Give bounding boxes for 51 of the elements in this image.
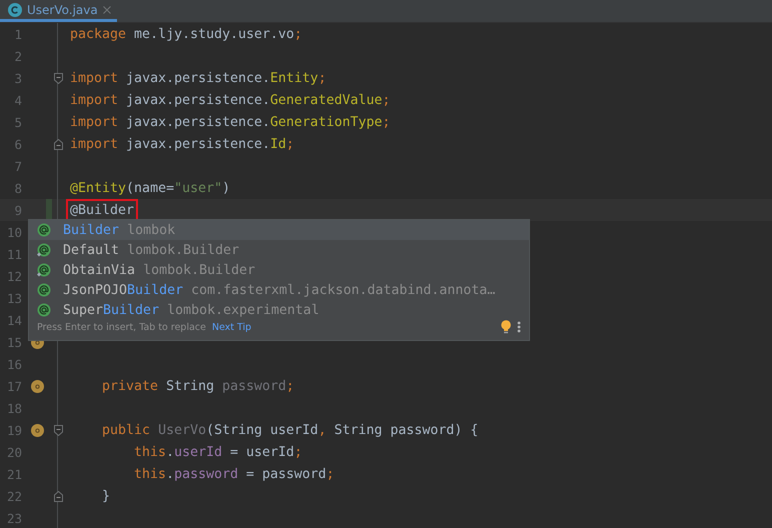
- line-number: 14: [6, 312, 23, 328]
- line-number: 19: [6, 422, 23, 438]
- next-tip-link[interactable]: Next Tip: [212, 322, 252, 332]
- fold-icon[interactable]: [54, 72, 62, 84]
- line-number: 10: [6, 224, 23, 240]
- line-number: 11: [6, 246, 23, 262]
- fold-icon[interactable]: [54, 424, 62, 436]
- close-icon[interactable]: [102, 6, 111, 14]
- line-number: 5: [13, 114, 23, 130]
- line-number: 18: [6, 400, 23, 416]
- completion-item[interactable]: SuperBuilder lombok.experimental: [29, 300, 529, 320]
- completion-item[interactable]: JsonPOJOBuilder com.fasterxml.jackson.databind.annota…: [29, 280, 529, 300]
- more-icon[interactable]: [517, 321, 521, 333]
- code-line: import javax.persistence.GenerationType;: [70, 114, 390, 130]
- fold-icon[interactable]: [54, 138, 62, 150]
- lightbulb-icon[interactable]: [501, 320, 511, 334]
- code-line: import javax.persistence.GeneratedValue;: [70, 92, 390, 108]
- line-number: 7: [13, 158, 23, 174]
- code-line: this.password = password;: [134, 466, 334, 482]
- line-number: 8: [13, 180, 23, 196]
- completion-item[interactable]: ObtainVia lombok.Builder: [29, 260, 529, 280]
- code-line: this.userId = userId;: [134, 444, 302, 460]
- line-number: 17: [6, 378, 23, 394]
- line-number: 2: [13, 48, 23, 64]
- line-number: 15: [6, 334, 23, 350]
- code-line: }: [102, 488, 110, 504]
- line-number: 6: [13, 136, 23, 152]
- code-line: import javax.persistence.Id;: [70, 136, 294, 152]
- code-line: import javax.persistence.Entity;: [70, 70, 326, 86]
- line-number: 20: [6, 444, 23, 460]
- field-icon[interactable]: [30, 380, 44, 392]
- line-number: 21: [6, 466, 23, 482]
- line-number: 16: [6, 356, 23, 372]
- line-number: 13: [6, 290, 23, 306]
- completion-item[interactable]: Default lombok.Builder: [29, 240, 529, 260]
- line-number: 3: [13, 70, 23, 86]
- hint-text: Press Enter to insert, Tab to replace: [37, 322, 206, 332]
- field-icon[interactable]: [30, 424, 44, 436]
- line-number: 1: [13, 26, 23, 42]
- code-line: public UserVo(String userId, String password) {: [102, 422, 478, 438]
- line-number: 12: [6, 268, 23, 284]
- line-number: 4: [13, 92, 23, 108]
- code-line: private String password;: [102, 378, 294, 394]
- completion-item[interactable]: Builder lombok: [29, 220, 529, 240]
- fold-icon[interactable]: [54, 490, 62, 502]
- line-number: 22: [6, 488, 23, 504]
- line-number: 23: [6, 510, 23, 526]
- file-tab[interactable]: UserVo.java: [0, 0, 117, 22]
- class-icon: [8, 2, 22, 16]
- code-line: package me.ljy.study.user.vo;: [70, 26, 302, 42]
- code-line: @Entity(name="user"): [70, 180, 230, 196]
